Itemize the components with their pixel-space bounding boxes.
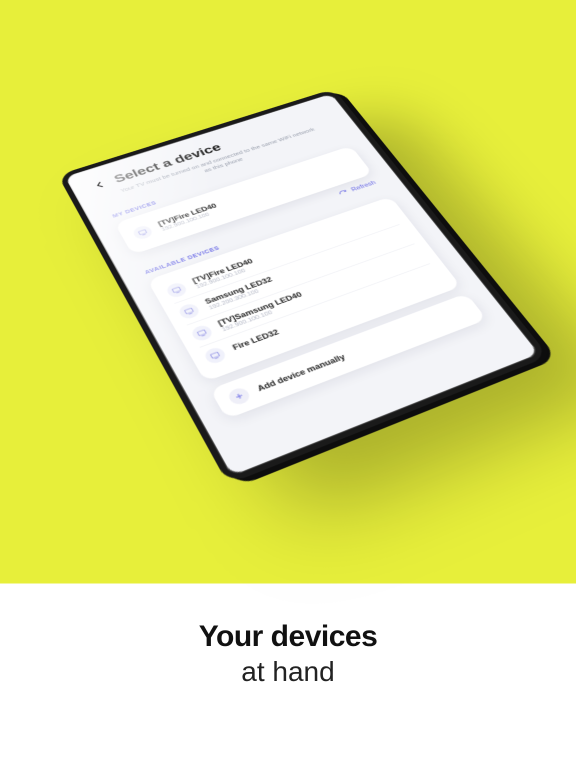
refresh-icon: [337, 189, 350, 198]
tagline-line1: Your devices: [0, 620, 576, 654]
tv-icon: [164, 281, 188, 299]
tv-icon: [131, 224, 154, 241]
refresh-label: Refresh: [350, 179, 377, 192]
device-name: Fire LED32: [231, 328, 280, 352]
tagline-line2: at hand: [0, 656, 576, 688]
tv-icon: [177, 302, 201, 321]
tv-icon: [202, 345, 227, 365]
add-device-label: Add device manually: [255, 352, 346, 392]
promo-stage: Select a device Your TV must be turned o…: [0, 0, 576, 768]
back-icon[interactable]: [91, 179, 108, 191]
tablet-screen: Select a device Your TV must be turned o…: [58, 89, 549, 485]
plus-icon: +: [226, 386, 252, 407]
tv-icon: [189, 323, 214, 342]
tablet-mockup: Select a device Your TV must be turned o…: [58, 89, 549, 485]
marketing-tagline: Your devices at hand: [0, 620, 576, 688]
